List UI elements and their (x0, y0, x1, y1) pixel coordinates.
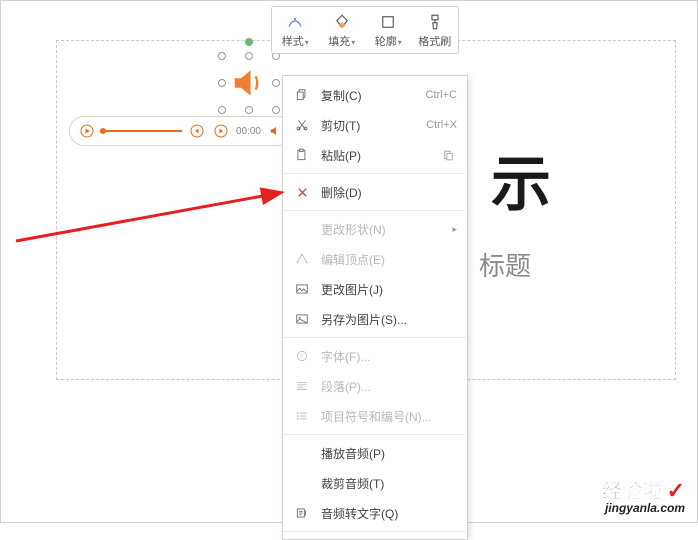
context-menu: 复制(C) Ctrl+C 剪切(T) Ctrl+X 粘贴(P) 删除(D) 更改… (282, 75, 468, 540)
audio-playback-bar: 00:00 (69, 116, 294, 146)
menu-font: T 字体(F)... (283, 341, 467, 371)
resize-handle[interactable] (218, 52, 226, 60)
outline-button[interactable]: 轮廓 (365, 12, 412, 49)
format-painter-icon (425, 12, 445, 32)
audio-text-icon (293, 506, 311, 520)
menu-audio-to-text[interactable]: 音频转文字(Q) (283, 498, 467, 528)
bullets-label: 项目符号和编号(N)... (321, 408, 457, 425)
menu-save-as-picture[interactable]: 另存为图片(S)... (283, 304, 467, 334)
svg-text:T: T (300, 354, 304, 360)
watermark-url: jingyanla.com (602, 502, 685, 514)
resize-handle[interactable] (245, 52, 253, 60)
resize-handle[interactable] (272, 106, 280, 114)
paste-icon (293, 148, 311, 162)
fill-icon (332, 12, 352, 32)
fill-label: 填充 (328, 33, 355, 49)
menu-trim-audio[interactable]: 裁剪音频(T) (283, 468, 467, 498)
resize-handle[interactable] (245, 106, 253, 114)
audio-speaker-object[interactable] (222, 56, 276, 110)
cut-label: 剪切(T) (321, 117, 416, 134)
menu-paste[interactable]: 粘贴(P) (283, 140, 467, 170)
resize-handle[interactable] (218, 106, 226, 114)
paragraph-icon (293, 379, 311, 393)
watermark-check-icon: ✓ (667, 478, 685, 503)
rotate-handle[interactable] (245, 38, 253, 46)
menu-copy[interactable]: 复制(C) Ctrl+C (283, 80, 467, 110)
resize-handle[interactable] (272, 79, 280, 87)
save-picture-label: 另存为图片(S)... (321, 311, 457, 328)
delete-label: 删除(D) (321, 184, 457, 201)
copy-icon (293, 88, 311, 102)
edit-points-label: 编辑顶点(E) (321, 251, 457, 268)
menu-change-shape: 更改形状(N) ▸ (283, 214, 467, 244)
change-picture-icon (293, 282, 311, 296)
paste-options-icon (439, 149, 457, 162)
separator (283, 531, 467, 532)
audio-progress-thumb[interactable] (100, 128, 106, 134)
menu-change-picture[interactable]: 更改图片(J) (283, 274, 467, 304)
edit-points-icon (293, 252, 311, 266)
outline-label: 轮廓 (375, 33, 402, 49)
format-painter-button[interactable]: 格式刷 (412, 12, 459, 49)
save-picture-icon (293, 312, 311, 326)
resize-handle[interactable] (218, 79, 226, 87)
separator (283, 337, 467, 338)
delete-icon (293, 186, 311, 199)
play-button[interactable] (78, 122, 96, 140)
font-label: 字体(F)... (321, 348, 457, 365)
paste-label: 粘贴(P) (321, 147, 429, 164)
watermark: 经验啦 ✓ jingyanla.com (602, 480, 685, 514)
audio-progress-track[interactable] (102, 130, 182, 132)
speaker-icon (230, 64, 268, 102)
menu-play-audio[interactable]: 播放音频(P) (283, 438, 467, 468)
style-label: 样式 (282, 33, 309, 49)
cut-icon (293, 118, 311, 132)
slide-title-fragment: 示 (491, 136, 553, 223)
separator (283, 210, 467, 211)
menu-delete[interactable]: 删除(D) (283, 177, 467, 207)
bullets-icon (293, 409, 311, 423)
mini-toolbar: 样式 填充 轮廓 格式刷 (271, 6, 459, 54)
change-shape-label: 更改形状(N) (321, 221, 442, 238)
copy-label: 复制(C) (321, 87, 416, 104)
copy-shortcut: Ctrl+C (426, 89, 457, 101)
outline-icon (378, 12, 398, 32)
style-icon (285, 12, 305, 32)
menu-edit-points: 编辑顶点(E) (283, 244, 467, 274)
change-picture-label: 更改图片(J) (321, 281, 457, 298)
next-button[interactable] (212, 122, 230, 140)
prev-button[interactable] (188, 122, 206, 140)
font-icon: T (293, 349, 311, 363)
audio-text-label: 音频转文字(Q) (321, 505, 457, 522)
menu-cut[interactable]: 剪切(T) Ctrl+X (283, 110, 467, 140)
watermark-text: 经验啦 (602, 481, 662, 503)
fill-button[interactable]: 填充 (319, 12, 366, 49)
play-audio-label: 播放音频(P) (321, 445, 457, 462)
cut-shortcut: Ctrl+X (426, 119, 457, 131)
menu-bullets: 项目符号和编号(N)... (283, 401, 467, 431)
separator (283, 173, 467, 174)
style-button[interactable]: 样式 (272, 12, 319, 49)
trim-audio-label: 裁剪音频(T) (321, 475, 457, 492)
format-painter-label: 格式刷 (418, 33, 451, 49)
menu-paragraph: 段落(P)... (283, 371, 467, 401)
paragraph-label: 段落(P)... (321, 378, 457, 395)
submenu-arrow-icon: ▸ (452, 224, 457, 235)
audio-time-label: 00:00 (236, 126, 261, 137)
separator (283, 434, 467, 435)
slide-subtitle-fragment: 标题 (479, 246, 531, 283)
